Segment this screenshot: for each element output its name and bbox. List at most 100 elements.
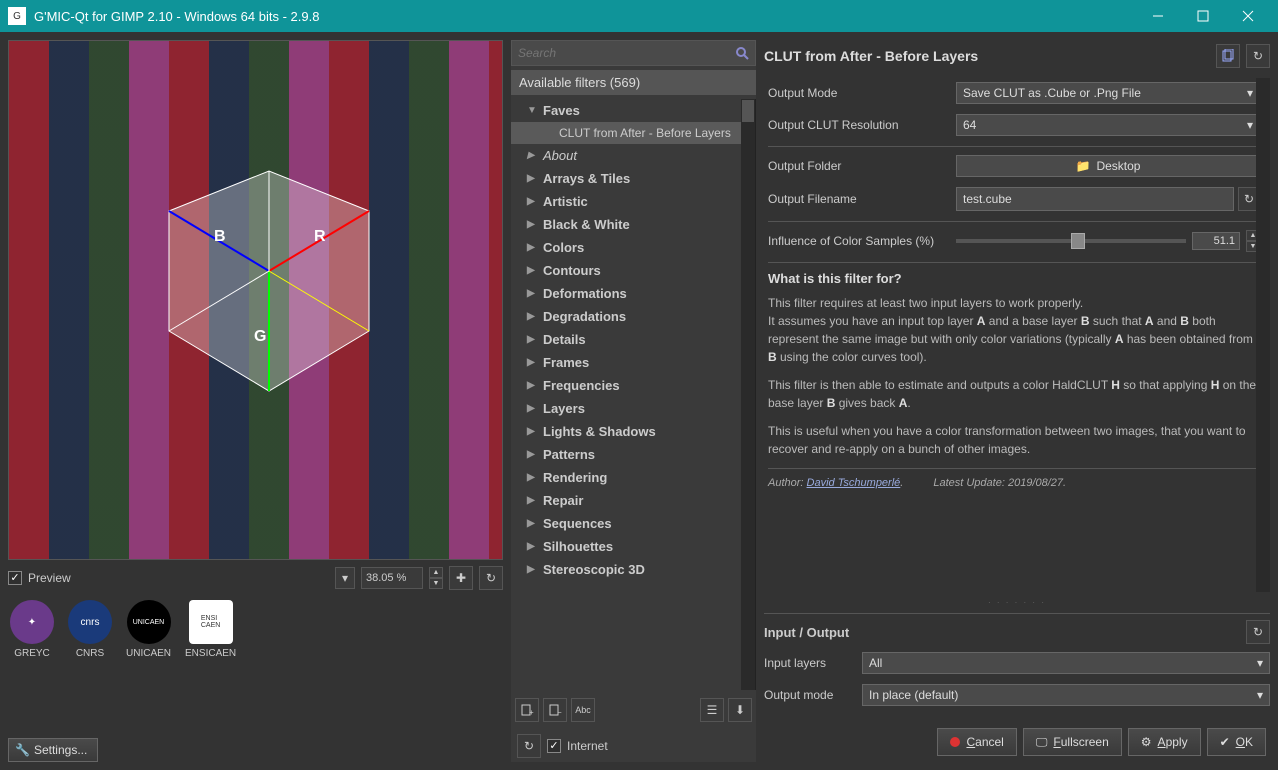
author-link[interactable]: David Tschumperlé xyxy=(807,477,901,489)
splitter-handle[interactable]: · · · · · · · xyxy=(764,598,1270,607)
chevron-right-icon: ▶ xyxy=(527,472,537,483)
svg-text:G: G xyxy=(254,328,266,345)
search-input[interactable] xyxy=(512,46,729,60)
cancel-button[interactable]: Cancel xyxy=(937,728,1016,756)
influence-label: Influence of Color Samples (%) xyxy=(768,234,948,248)
description-p3: This is useful when you have a color tra… xyxy=(768,422,1260,458)
chevron-right-icon: ▶ xyxy=(527,403,537,414)
tree-category[interactable]: ▶Arrays & Tiles xyxy=(511,167,755,190)
description-p1: This filter requires at least two input … xyxy=(768,294,1260,366)
influence-value[interactable] xyxy=(1192,232,1240,250)
output-mode-io-label: Output mode xyxy=(764,688,854,702)
tree-category[interactable]: ▶Details xyxy=(511,328,755,351)
tree-category[interactable]: ▶Degradations xyxy=(511,305,755,328)
description-title: What is this filter for? xyxy=(768,271,1260,286)
titlebar: G G'MIC-Qt for GIMP 2.10 - Windows 64 bi… xyxy=(0,0,1278,32)
io-reset-button[interactable]: ↻ xyxy=(1246,620,1270,644)
filters-count-header: Available filters (569) xyxy=(511,70,756,95)
zoom-up-button[interactable]: ▲ xyxy=(429,567,443,578)
minimize-button[interactable] xyxy=(1135,0,1180,32)
logo-unicaen: UNICAEN UNICAEN xyxy=(126,600,171,659)
svg-text:B: B xyxy=(214,228,226,245)
preview-image[interactable]: B R G xyxy=(8,40,503,560)
tree-category[interactable]: ▶Black & White xyxy=(511,213,755,236)
zoom-refresh-button[interactable]: ↻ xyxy=(479,566,503,590)
description-p2: This filter is then able to estimate and… xyxy=(768,376,1260,412)
chevron-right-icon: ▶ xyxy=(527,426,537,437)
zoom-preset-dropdown[interactable]: ▾ xyxy=(335,567,355,589)
io-title: Input / Output xyxy=(764,625,1246,640)
preview-checkbox[interactable]: ✓ xyxy=(8,571,22,585)
parameters-panel: CLUT from After - Before Layers ↻ Output… xyxy=(764,40,1270,762)
zoom-fit-button[interactable]: ✚ xyxy=(449,566,473,590)
update-filters-button[interactable]: ↻ xyxy=(517,734,541,758)
preview-panel: B R G ✓ Preview ▾ ▲ ▼ ✚ ↻ xyxy=(8,40,503,762)
tree-faves[interactable]: ▼ Faves xyxy=(511,99,755,122)
reset-params-button[interactable]: ↻ xyxy=(1246,44,1270,68)
clut-resolution-dropdown[interactable]: 64▾ xyxy=(956,114,1260,136)
output-filename-input[interactable] xyxy=(956,187,1234,211)
collapse-all-button[interactable]: ⬇ xyxy=(728,698,752,722)
tree-category[interactable]: ▶Layers xyxy=(511,397,755,420)
tree-category[interactable]: ▶Contours xyxy=(511,259,755,282)
zoom-down-button[interactable]: ▼ xyxy=(429,578,443,589)
sponsor-logos: ✦ GREYC cnrs CNRS UNICAEN UNICAEN ENSICA… xyxy=(8,596,503,663)
chevron-right-icon: ▶ xyxy=(527,150,537,161)
apply-button[interactable]: ⚙ Apply xyxy=(1128,728,1201,756)
tree-about[interactable]: ▶ About xyxy=(511,144,755,167)
svg-text:+: + xyxy=(529,708,534,717)
tree-category[interactable]: ▶Colors xyxy=(511,236,755,259)
input-layers-dropdown[interactable]: All▾ xyxy=(862,652,1270,674)
chevron-right-icon: ▶ xyxy=(527,449,537,460)
tree-category[interactable]: ▶Stereoscopic 3D xyxy=(511,558,755,581)
output-mode-dropdown[interactable]: Save CLUT as .Cube or .Png File▾ xyxy=(956,82,1260,104)
tree-category[interactable]: ▶Patterns xyxy=(511,443,755,466)
chevron-right-icon: ▶ xyxy=(527,380,537,391)
close-button[interactable] xyxy=(1225,0,1270,32)
tree-category[interactable]: ▶Deformations xyxy=(511,282,755,305)
tree-category[interactable]: ▶Frames xyxy=(511,351,755,374)
influence-slider[interactable] xyxy=(956,239,1186,243)
logo-ensicaen: ENSICAEN ENSICAEN xyxy=(185,600,236,659)
chevron-right-icon: ▶ xyxy=(527,541,537,552)
folder-icon: 📁 xyxy=(1076,159,1091,173)
fullscreen-button[interactable]: 🖵 Fullscreen xyxy=(1023,728,1122,756)
filter-tree[interactable]: ▼ Faves CLUT from After - Before Layers … xyxy=(511,99,756,690)
tree-category[interactable]: ▶Lights & Shadows xyxy=(511,420,755,443)
remove-fave-button[interactable]: − xyxy=(543,698,567,722)
window-title: G'MIC-Qt for GIMP 2.10 - Windows 64 bits… xyxy=(34,9,1135,24)
output-mode-label: Output Mode xyxy=(768,86,948,100)
maximize-button[interactable] xyxy=(1180,0,1225,32)
chevron-right-icon: ▶ xyxy=(527,288,537,299)
expand-all-button[interactable]: ☰ xyxy=(700,698,724,722)
tree-faves-clut[interactable]: CLUT from After - Before Layers xyxy=(511,122,755,144)
svg-text:R: R xyxy=(314,228,326,245)
tree-category[interactable]: ▶Frequencies xyxy=(511,374,755,397)
output-mode-io-dropdown[interactable]: In place (default)▾ xyxy=(862,684,1270,706)
chevron-right-icon: ▶ xyxy=(527,518,537,529)
chevron-right-icon: ▶ xyxy=(527,242,537,253)
chevron-right-icon: ▶ xyxy=(527,219,537,230)
main-window: G G'MIC-Qt for GIMP 2.10 - Windows 64 bi… xyxy=(0,0,1278,770)
tree-scrollbar[interactable] xyxy=(741,99,755,690)
params-scrollbar[interactable] xyxy=(1256,78,1270,592)
tree-category[interactable]: ▶Sequences xyxy=(511,512,755,535)
fullscreen-icon: 🖵 xyxy=(1036,735,1048,750)
zoom-input[interactable] xyxy=(361,567,423,589)
internet-checkbox[interactable]: ✓ xyxy=(547,739,561,753)
tree-category[interactable]: ▶Silhouettes xyxy=(511,535,755,558)
ok-icon: ✔ xyxy=(1220,735,1230,749)
clut-resolution-label: Output CLUT Resolution xyxy=(768,118,948,132)
tree-category[interactable]: ▶Repair xyxy=(511,489,755,512)
chevron-right-icon: ▶ xyxy=(527,311,537,322)
add-fave-button[interactable]: + xyxy=(515,698,539,722)
copy-command-button[interactable] xyxy=(1216,44,1240,68)
tree-category[interactable]: ▶Rendering xyxy=(511,466,755,489)
chevron-right-icon: ▶ xyxy=(527,265,537,276)
ok-button[interactable]: ✔ OK xyxy=(1207,728,1266,756)
rename-fave-button[interactable]: Abc xyxy=(571,698,595,722)
tree-category[interactable]: ▶Artistic xyxy=(511,190,755,213)
output-folder-button[interactable]: 📁 Desktop xyxy=(956,155,1260,177)
settings-button[interactable]: 🔧 Settings... xyxy=(8,738,98,762)
search-icon[interactable] xyxy=(729,40,755,66)
